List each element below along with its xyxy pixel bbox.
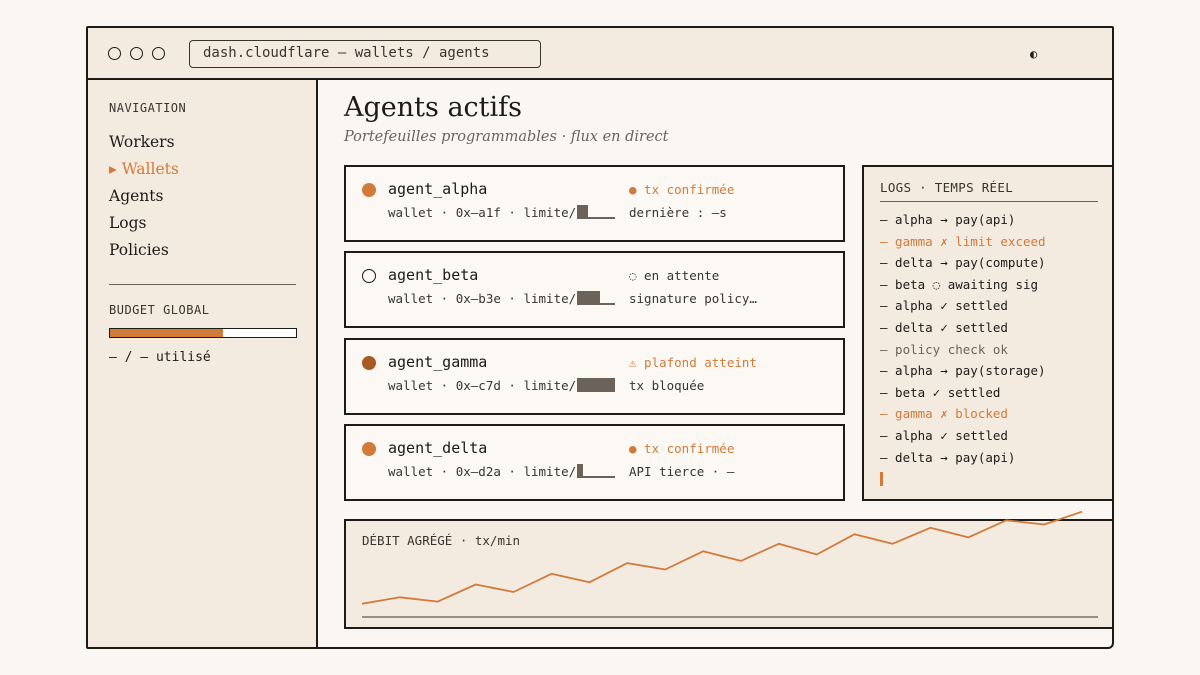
nav-heading: NAVIGATION (109, 101, 187, 115)
limit-meter (577, 291, 615, 305)
limit-meter-fill (577, 378, 615, 390)
agent-status-dot (362, 183, 376, 197)
agent-wallet-info: wallet · 0x—c7d · limite/h (388, 378, 584, 393)
page-subtitle: Portefeuilles programmables · flux en di… (344, 129, 669, 145)
agent-card[interactable]: agent_delta wallet · 0x—d2a · limite/h ●… (344, 424, 845, 501)
budget-progress-bar (109, 328, 297, 338)
budget-usage-text: — / — utilisé (109, 350, 211, 365)
agent-name: agent_beta (388, 266, 479, 284)
limit-meter-fill (577, 205, 589, 217)
agent-card[interactable]: agent_gamma wallet · 0x—c7d · limite/h ⚠… (344, 338, 845, 415)
log-line: — alpha ✓ settled (880, 428, 1008, 443)
agent-wallet-info: wallet · 0x—a1f · limite/h (388, 205, 584, 220)
agent-status-detail: signature policy… (629, 291, 757, 306)
log-line: — delta → pay(api) (880, 449, 1016, 465)
sidebar-item-workers[interactable]: Workers (109, 133, 175, 151)
logs-panel: LOGS · TEMPS RÉEL — alpha → pay(api) — ga… (862, 165, 1112, 501)
log-line: — delta ✓ settled (880, 320, 1008, 335)
agent-name: agent_alpha (388, 180, 488, 198)
logs-divider (880, 201, 1098, 202)
close-window-dot[interactable] (108, 47, 121, 60)
agent-wallet-info: wallet · 0x—d2a · limite/h (388, 464, 584, 479)
log-line: — alpha ✓ settled (880, 298, 1008, 314)
agent-status: ◌ en attente (629, 268, 720, 283)
log-line: — policy check ok (880, 341, 1008, 357)
agent-wallet-info: wallet · 0x—b3e · limite/h (388, 291, 584, 306)
log-line: — gamma ✗ limit exceed (880, 233, 1046, 249)
sidebar-item-logs[interactable]: Logs (109, 214, 147, 232)
limit-meter-fill (577, 464, 583, 476)
log-line: — beta ◌ awaiting sig (880, 276, 1039, 292)
sidebar-item-policies[interactable]: Policies (109, 241, 169, 259)
sidebar-item-wallets[interactable]: ▸ Wallets (109, 160, 179, 178)
log-line: — alpha → pay(api) (880, 212, 1016, 227)
page-title: Agents actifs (344, 92, 522, 123)
chart-plot (361, 510, 1098, 618)
limit-meter-fill (577, 291, 600, 303)
sidebar-item-agents[interactable]: Agents (109, 187, 163, 205)
limit-meter (577, 205, 615, 219)
limit-meter (577, 378, 615, 392)
agent-name: agent_gamma (388, 353, 488, 371)
log-line: — alpha → pay(storage) (880, 363, 1046, 379)
agent-status: ● tx confirmée (629, 441, 735, 456)
address-bar[interactable]: dash.cloudflare — wallets / agents (189, 40, 541, 68)
log-line: — delta → pay(compute) (880, 255, 1046, 271)
limit-meter (577, 464, 615, 478)
log-cursor (880, 472, 883, 486)
agent-status: ⚠ plafond atteint (629, 355, 757, 370)
budget-heading: BUDGET GLOBAL (109, 303, 210, 317)
agent-card[interactable]: agent_beta wallet · 0x—b3e · limite/h ◌ … (344, 251, 845, 328)
agent-status-dot (362, 356, 376, 370)
sidebar: NAVIGATION Workers ▸ Wallets Agents Logs… (88, 80, 318, 647)
title-bar: dash.cloudflare — wallets / agents ◐ (88, 28, 1112, 80)
agent-status-dot (362, 442, 376, 456)
log-line: — gamma ✗ blocked (880, 406, 1008, 422)
agent-status-detail: tx bloquée (629, 378, 705, 393)
agent-status: ● tx confirmée (629, 182, 735, 197)
budget-progress-fill (110, 329, 224, 337)
logs-title: LOGS · TEMPS RÉEL (880, 180, 1014, 195)
agent-status-detail: API tierce · — (629, 464, 735, 479)
agent-status-dot (362, 269, 376, 283)
agent-name: agent_delta (388, 439, 488, 457)
chart-series-line (361, 510, 1083, 605)
minimize-window-dot[interactable] (130, 47, 143, 60)
agent-status-detail: dernière : —s (629, 205, 727, 220)
theme-toggle-icon[interactable]: ◐ (1030, 47, 1037, 61)
maximize-window-dot[interactable] (152, 47, 165, 60)
log-line: — beta ✓ settled (880, 384, 1001, 400)
agent-card[interactable]: agent_alpha wallet · 0x—a1f · limite/h ●… (344, 165, 845, 242)
browser-window: dash.cloudflare — wallets / agents ◐ NAV… (86, 26, 1114, 649)
throughput-chart: DÉBIT AGRÉGÉ · tx/min (344, 510, 1112, 629)
sidebar-divider (109, 284, 296, 285)
